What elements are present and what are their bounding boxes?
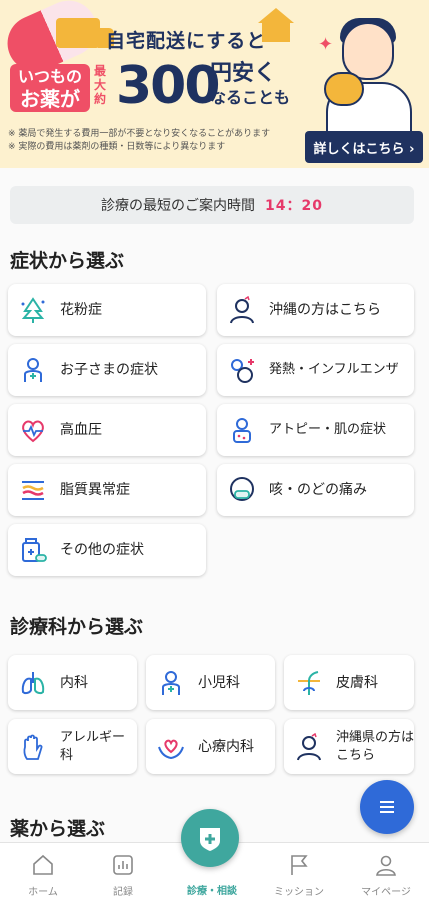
department-allergy[interactable]: アレルギー科	[8, 719, 137, 774]
symptom-atopy-skin[interactable]: アトピー・肌の症状	[217, 404, 414, 456]
child-icon	[156, 668, 186, 698]
departments-section-title: 診療科から選ぶ	[10, 616, 144, 638]
wait-time-value: 14：20	[265, 198, 323, 214]
banner-box-line2: お薬が	[20, 87, 80, 111]
banner-details-button[interactable]: 詳しくはこちら ›	[305, 131, 423, 163]
wait-time-label: 診療の最短のご案内時間	[101, 198, 256, 214]
department-label: 皮膚科	[336, 674, 378, 691]
home-icon	[33, 854, 53, 875]
banner-note-1: ※ 薬局で発生する費用一部が不要となり安くなることがあります	[8, 129, 271, 139]
hand-icon	[18, 732, 48, 762]
heart-hands-icon	[156, 732, 186, 762]
symptom-label: その他の症状	[60, 542, 144, 558]
okinawa-person-icon	[294, 732, 324, 762]
symptoms-section-title: 症状から選ぶ	[10, 250, 125, 272]
banner-box-line1: いつもの	[17, 67, 82, 86]
symptom-hypertension[interactable]: 高血圧	[8, 404, 206, 456]
symptom-label: 発熱・インフルエンザ	[269, 362, 399, 377]
banner-amount: 300	[116, 56, 221, 116]
nav-records[interactable]: 記録	[80, 843, 166, 897]
truck-icon	[56, 18, 114, 48]
nav-consult-label: 診療・相談	[187, 886, 237, 897]
symptom-label: 脂質異常症	[60, 482, 130, 498]
promo-banner[interactable]: 自宅配送にすると いつもの お薬が 最大約 300 円安く なることも ✦ ※ …	[0, 0, 429, 168]
symptom-hay-fever[interactable]: 花粉症	[8, 284, 206, 336]
hair-follicle-icon	[294, 668, 324, 698]
department-label: 心療内科	[198, 738, 254, 755]
menu-fab-button[interactable]	[360, 780, 414, 834]
pollen-tree-icon	[18, 295, 48, 325]
lipid-layers-icon	[18, 475, 48, 505]
symptom-fever-flu[interactable]: 発熱・インフルエンザ	[217, 344, 414, 396]
nav-mypage[interactable]: マイページ	[343, 843, 429, 897]
nav-mypage-label: マイページ	[361, 887, 411, 897]
app-screen: 自宅配送にすると いつもの お薬が 最大約 300 円安く なることも ✦ ※ …	[0, 0, 429, 897]
nav-missions-label: ミッション	[274, 887, 324, 897]
nav-consult-button[interactable]	[181, 809, 239, 867]
person-illustration	[318, 8, 418, 142]
department-internal-medicine[interactable]: 内科	[8, 655, 137, 710]
symptom-other[interactable]: その他の症状	[8, 524, 206, 576]
menu-icon	[380, 801, 394, 813]
wallet-icon	[324, 72, 364, 106]
nav-missions[interactable]: ミッション	[256, 843, 342, 897]
department-label: 内科	[60, 674, 88, 691]
nav-records-label: 記録	[113, 887, 133, 897]
symptom-dyslipidemia[interactable]: 脂質異常症	[8, 464, 206, 516]
skin-person-icon	[227, 415, 257, 445]
medical-shield-icon	[200, 828, 220, 851]
symptom-okinawa[interactable]: 沖縄の方はこちら	[217, 284, 414, 336]
symptom-label: 沖縄の方はこちら	[269, 302, 381, 318]
heart-pulse-icon	[18, 415, 48, 445]
flag-icon	[291, 855, 308, 875]
symptom-label: 花粉症	[60, 302, 102, 318]
symptom-label: 高血圧	[60, 422, 102, 438]
user-icon	[376, 855, 396, 876]
symptom-cough-throat[interactable]: 咳・のどの痛み	[217, 464, 414, 516]
banner-max-label: 最大約	[94, 64, 107, 106]
symptom-label: お子さまの症状	[60, 362, 158, 378]
banner-tail-line2: なることも	[210, 88, 291, 107]
records-chart-icon	[113, 855, 133, 875]
medicine-section-title: 薬から選ぶ	[10, 818, 106, 840]
banner-box: いつもの お薬が	[10, 64, 90, 112]
banner-note-2: ※ 実際の費用は薬剤の種類・日数等により異なります	[8, 142, 226, 152]
symptom-label: アトピー・肌の症状	[269, 422, 387, 437]
department-label: アレルギー科	[60, 729, 126, 763]
child-icon	[18, 355, 48, 385]
nav-home-label: ホーム	[28, 887, 58, 897]
department-pediatrics[interactable]: 小児科	[146, 655, 275, 710]
department-okinawa[interactable]: 沖縄県の方は こちら	[284, 719, 414, 774]
wait-time-card: 診療の最短のご案内時間 14：20	[10, 186, 414, 224]
lungs-icon	[18, 668, 48, 698]
department-label: 沖縄県の方は こちら	[336, 729, 415, 763]
symptom-child[interactable]: お子さまの症状	[8, 344, 206, 396]
department-label: 小児科	[198, 674, 240, 691]
symptom-label: 咳・のどの痛み	[269, 482, 367, 498]
fever-virus-icon	[227, 355, 257, 385]
nav-home[interactable]: ホーム	[0, 843, 86, 897]
mask-face-icon	[227, 475, 257, 505]
banner-notes: ※ 薬局で発生する費用一部が不要となり安くなることがあります ※ 実際の費用は薬…	[8, 128, 270, 154]
banner-tail: 円安く なることも	[210, 62, 290, 110]
department-psychosomatic[interactable]: 心療内科	[146, 719, 275, 774]
okinawa-person-icon	[227, 295, 257, 325]
banner-headline: 自宅配送にすると	[106, 30, 267, 52]
department-dermatology[interactable]: 皮膚科	[284, 655, 414, 710]
medicine-box-icon	[18, 535, 48, 565]
banner-tail-line1: 円安く	[210, 61, 277, 86]
